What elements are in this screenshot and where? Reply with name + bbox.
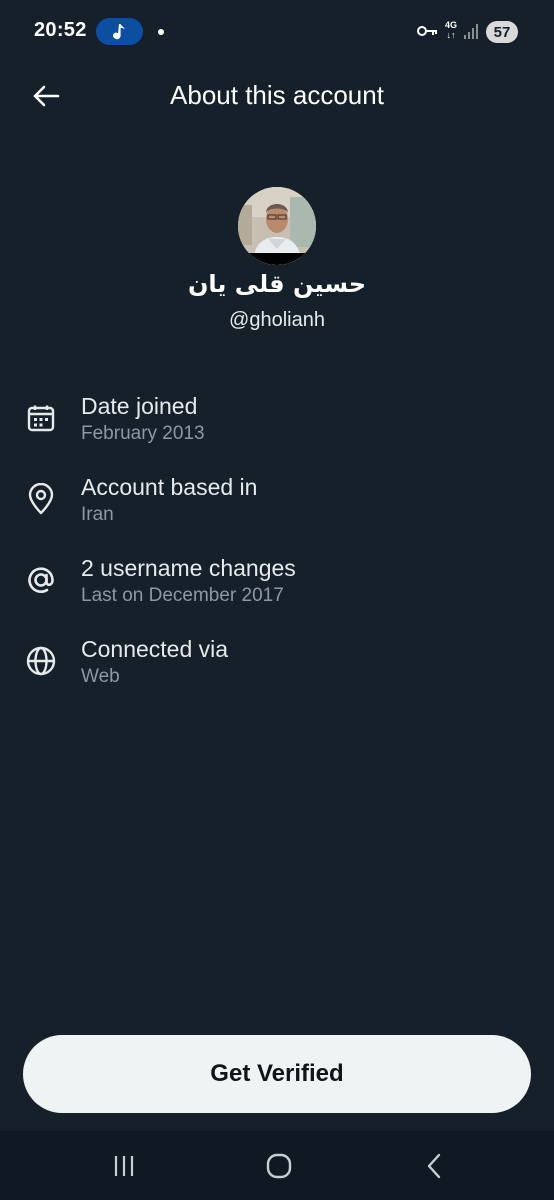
display-name: حسین قلی یان	[187, 270, 367, 298]
info-item-account-based-in: Account based in Iran	[0, 474, 554, 544]
recent-apps-button[interactable]	[104, 1151, 144, 1181]
info-title: Account based in	[81, 474, 258, 500]
username-handle: @gholianh	[229, 309, 325, 331]
avatar[interactable]	[238, 187, 316, 265]
location-pin-icon	[24, 482, 58, 516]
back-nav-button[interactable]	[414, 1151, 454, 1181]
back-nav-icon	[427, 1153, 441, 1179]
status-bar: 20:52 4G ↓↑ 57	[0, 0, 554, 62]
home-icon	[266, 1153, 292, 1179]
key-icon	[417, 26, 437, 36]
page-header: About this account	[0, 62, 554, 130]
notification-dot	[158, 29, 164, 35]
at-sign-icon	[24, 563, 58, 597]
info-item-connected-via: Connected via Web	[0, 636, 554, 706]
signal-icon	[464, 24, 478, 39]
status-time: 20:52	[34, 19, 87, 41]
about-account-screen: 20:52 4G ↓↑ 57 About this account حسین ق…	[0, 0, 554, 1200]
info-title: Connected via	[81, 636, 229, 662]
info-subtitle: Iran	[81, 504, 114, 525]
profile-photo	[238, 187, 316, 265]
info-subtitle: Last on December 2017	[81, 585, 284, 606]
home-button[interactable]	[259, 1151, 299, 1181]
system-nav-bar	[0, 1131, 554, 1200]
info-item-username-changes: 2 username changes Last on December 2017	[0, 555, 554, 625]
info-subtitle: February 2013	[81, 423, 205, 444]
recent-apps-icon	[114, 1156, 134, 1176]
music-note-icon	[112, 23, 125, 39]
page-title: About this account	[170, 80, 384, 110]
info-title: Date joined	[81, 393, 198, 419]
info-title: 2 username changes	[81, 555, 296, 581]
globe-icon	[24, 644, 58, 678]
calendar-icon	[24, 401, 58, 435]
info-subtitle: Web	[81, 666, 120, 687]
info-item-date-joined: Date joined February 2013	[0, 393, 554, 463]
network-type-label: 4G ↓↑	[444, 20, 457, 40]
get-verified-button[interactable]: Get Verified	[23, 1035, 531, 1113]
music-playing-indicator[interactable]	[96, 18, 143, 45]
battery-indicator: 57	[486, 21, 518, 43]
